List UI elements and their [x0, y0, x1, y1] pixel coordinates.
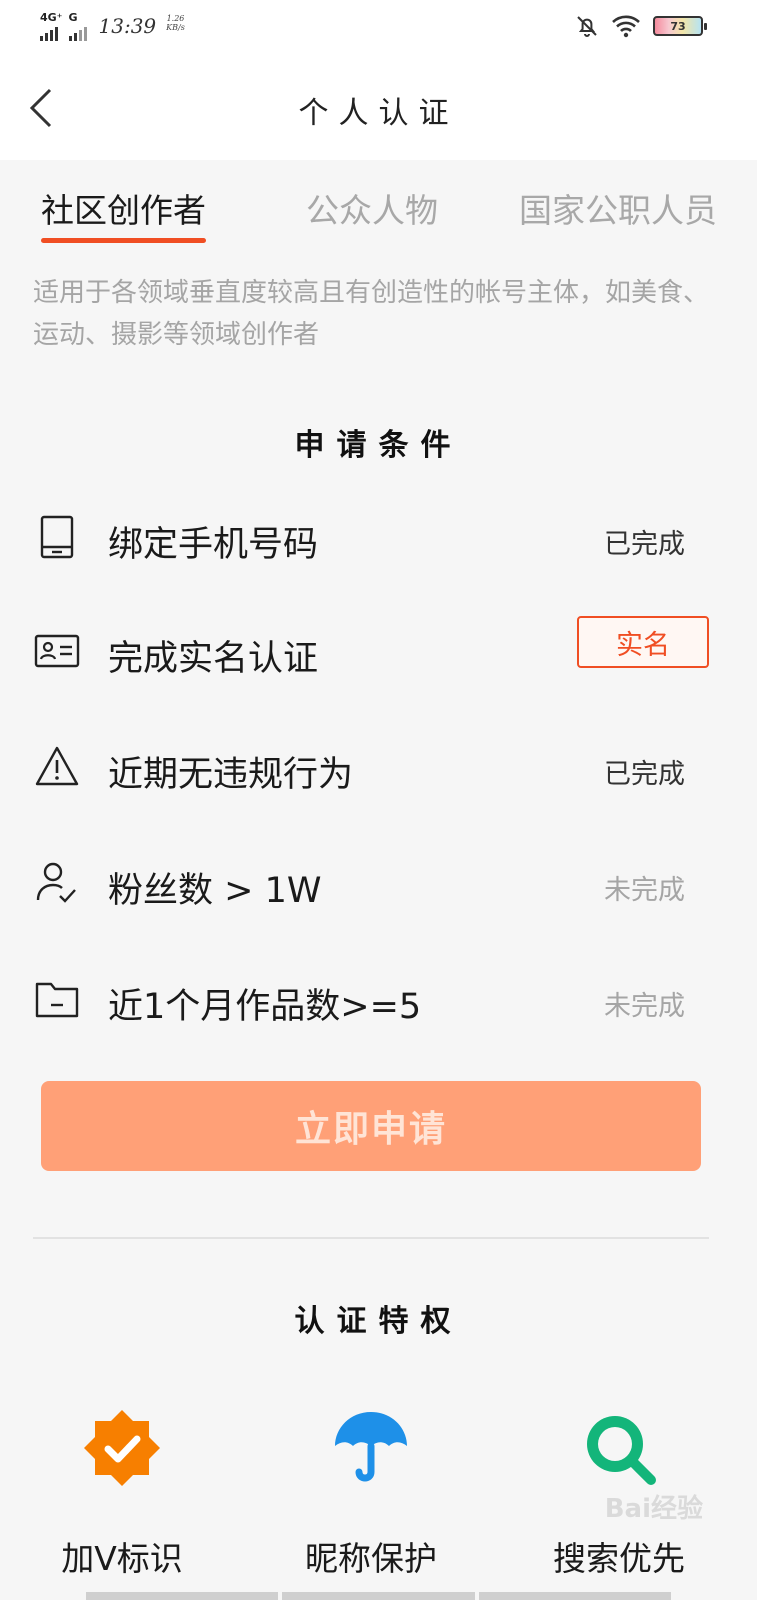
status-bar: 4G⁺ G 13:39 1.26 KB/s 73 [0, 0, 757, 56]
requirement-row-works: 近1个月作品数>=5 未完成 [0, 970, 757, 1030]
privilege-search-priority [529, 1408, 709, 1488]
section-divider [33, 1237, 709, 1239]
user-check-icon [36, 862, 76, 903]
id-card-icon [34, 634, 80, 668]
network-speed: 1.26 KB/s [166, 14, 185, 32]
battery-icon: 73 [653, 16, 707, 36]
tab-civil-servant[interactable]: 国家公职人员 [519, 184, 717, 232]
requirements-title: 申请条件 [294, 428, 463, 463]
phone-icon [40, 515, 74, 559]
requirement-row-no-violation: 近期无违规行为 已完成 [0, 738, 757, 798]
requirement-row-followers: 粉丝数 > 1W 未完成 [0, 854, 757, 914]
tab-community-creator[interactable]: 社区创作者 [41, 184, 206, 232]
privilege-label: 昵称保护 [305, 1539, 437, 1578]
privilege-label: 搜索优先 [553, 1539, 685, 1578]
watermark-logo: Bai经验 [604, 1494, 703, 1524]
network-type-label: 4G⁺ [40, 11, 63, 24]
requirement-label: 绑定手机号码 [108, 525, 319, 565]
privilege-nickname-protect [281, 1408, 461, 1488]
cellular-signal-2: G [68, 11, 87, 41]
privilege-verified-badge [32, 1408, 212, 1488]
warning-icon [35, 746, 79, 786]
bottom-scroll-indicator [86, 1592, 671, 1600]
network-type-label-2: G [68, 11, 78, 24]
status-time: 13:39 [98, 14, 157, 38]
privileges-title: 认证特权 [294, 1304, 463, 1339]
requirement-label: 近期无违规行为 [108, 755, 354, 795]
page-title: 个人认证 [298, 96, 459, 131]
bell-off-icon [577, 16, 597, 37]
battery-level: 73 [670, 19, 686, 33]
navigation-bar: 个人认证 [0, 56, 757, 160]
requirement-row-phone: 绑定手机号码 已完成 [0, 508, 757, 568]
active-tab-indicator [41, 238, 206, 243]
requirement-label: 粉丝数 > 1W [108, 871, 322, 911]
category-tabs: 社区创作者 公众人物 国家公职人员 [0, 160, 757, 250]
folder-icon [35, 982, 79, 1018]
requirement-row-realname: 完成实名认证 实名 [0, 616, 757, 682]
requirement-label: 完成实名认证 [108, 639, 319, 679]
requirement-label: 近1个月作品数>=5 [108, 987, 422, 1027]
realname-verify-button[interactable]: 实名 [577, 616, 709, 668]
requirement-status: 已完成 [604, 529, 685, 560]
privilege-label: 加V标识 [61, 1539, 183, 1578]
search-icon [587, 1416, 656, 1485]
apply-now-button[interactable]: 立即申请 [41, 1081, 701, 1171]
verified-badge-icon [84, 1410, 160, 1486]
requirement-status: 已完成 [604, 759, 685, 790]
requirement-status: 未完成 [604, 991, 685, 1022]
wifi-icon [612, 15, 640, 38]
tab-public-figure[interactable]: 公众人物 [306, 184, 438, 232]
tab-description: 适用于各领域垂直度较高且有创造性的帐号主体，如美食、运动、摄影等领域创作者 [33, 278, 710, 350]
requirement-status: 未完成 [604, 875, 685, 906]
cellular-signal-1: 4G⁺ [40, 12, 63, 41]
umbrella-icon [335, 1412, 407, 1482]
